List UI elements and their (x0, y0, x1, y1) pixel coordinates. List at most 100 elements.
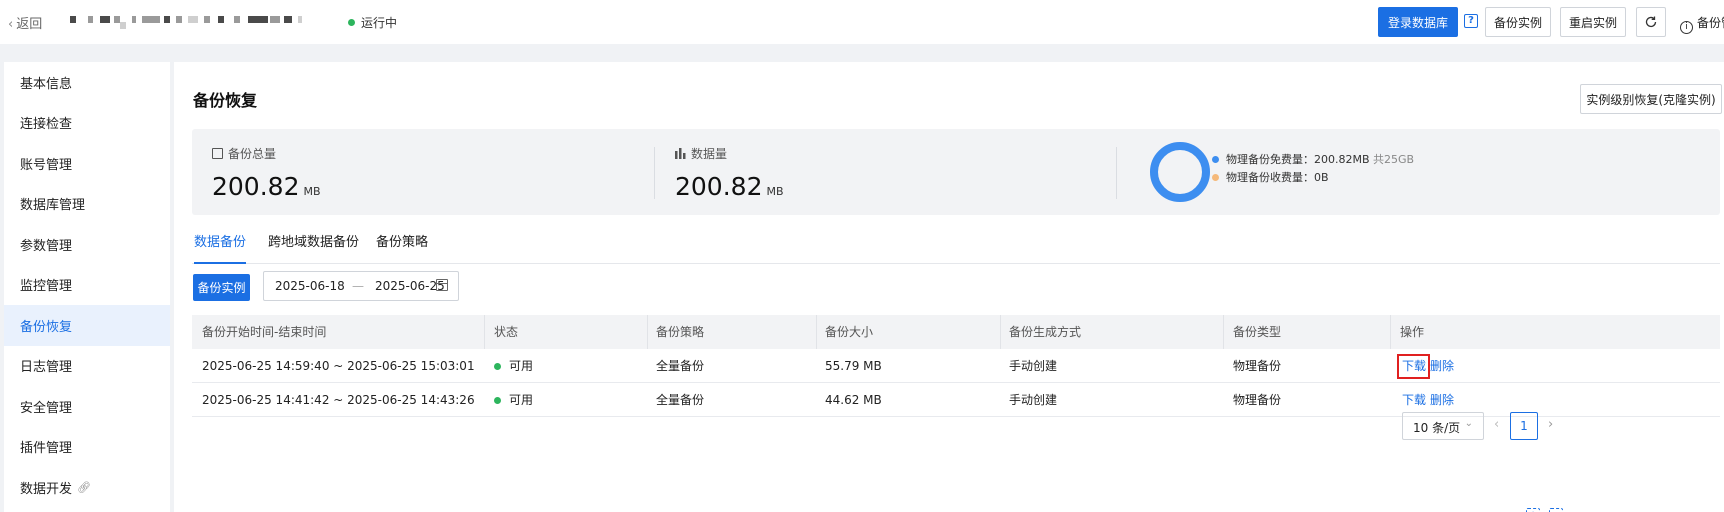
sidebar-item-plugins[interactable]: 插件管理 (4, 427, 170, 468)
stat-data-label: 数据量 (691, 147, 728, 161)
date-range-picker[interactable]: 2025-06-18 — 2025-06-25 (263, 271, 459, 301)
page-number-button[interactable]: 1 (1510, 412, 1538, 440)
instance-restore-button[interactable]: 实例级别恢复(克隆实例) (1580, 84, 1722, 114)
sidebar-item-label: 备份恢复 (20, 319, 73, 335)
cell-policy: 全量备份 (656, 359, 705, 373)
screenshot-icon[interactable]: + (1526, 508, 1540, 512)
sidebar-item-label: 基本信息 (20, 76, 73, 92)
chevron-down-icon: ⌄ (1464, 418, 1473, 429)
back-link[interactable]: ‹ 返回 (8, 13, 42, 32)
main-panel: 备份恢复 实例级别恢复(克隆实例) 备份总量 200.82 MB 数据量 200.… (174, 62, 1724, 512)
stat-total-value: 200.82 (212, 172, 300, 201)
status-dot-icon (494, 363, 501, 370)
legend-dot-icon (1212, 156, 1219, 163)
table-header-row: 备份开始时间-结束时间 状态 备份策略 备份大小 备份生成方式 备份类型 操作 (192, 315, 1720, 349)
sidebar-item-label: 监控管理 (20, 279, 73, 295)
legend-free: 物理备份免费量：200.82MB 共25GB (1212, 151, 1414, 169)
ocr-icon[interactable]: oc (1549, 508, 1563, 512)
cell-size: 44.62 MB (825, 393, 882, 407)
cell-method: 手动创建 (1009, 359, 1058, 373)
status-dot-icon (494, 397, 501, 404)
refresh-button[interactable] (1636, 7, 1666, 37)
backup-instance-button[interactable]: 备份实例 (1485, 7, 1551, 37)
cell-status: 可用 (494, 383, 533, 417)
status-text: 可用 (509, 359, 534, 373)
delete-link[interactable]: 删除 (1430, 359, 1454, 373)
status-text: 可用 (509, 393, 534, 407)
backup-manage-link[interactable]: i 备份管 (1680, 14, 1724, 34)
tab-data-backup[interactable]: 数据备份 (194, 222, 247, 264)
backup-stats-card: 备份总量 200.82 MB 数据量 200.82 MB 物理备份免费量：200.8… (192, 129, 1720, 215)
backup-tabs: 数据备份 跨地域数据备份 备份策略 (192, 222, 1720, 264)
usage-legend: 物理备份免费量：200.82MB 共25GB 物理备份收费量：0B (1212, 151, 1414, 187)
sidebar-item-basic-info[interactable]: 基本信息 (4, 62, 170, 103)
sidebar-item-logs[interactable]: 日志管理 (4, 346, 170, 387)
create-backup-button[interactable]: 备份实例 (193, 274, 250, 301)
cell-policy: 全量备份 (656, 393, 705, 407)
login-db-button[interactable]: 登录数据库 (1378, 7, 1458, 37)
sidebar-item-security[interactable]: 安全管理 (4, 386, 170, 427)
page-title: 备份恢复 (193, 91, 258, 110)
cell-status: 可用 (494, 349, 533, 383)
date-separator: — (352, 279, 364, 293)
calendar-icon (436, 279, 448, 291)
table-row: 2025-06-25 14:59:40 ~ 2025-06-25 15:03:0… (192, 349, 1720, 383)
sidebar-item-label: 插件管理 (20, 441, 73, 457)
sidebar-item-monitoring[interactable]: 监控管理 (4, 265, 170, 306)
instance-status: 运行中 (348, 14, 397, 31)
backup-manage-label: 备份管 (1697, 16, 1724, 30)
status-label: 运行中 (361, 16, 398, 30)
instance-name-redacted (70, 16, 332, 29)
cell-time: 2025-06-25 14:41:42 ~ 2025-06-25 14:43:2… (202, 393, 475, 407)
header-method: 备份生成方式 (1009, 325, 1082, 339)
back-label: 返回 (16, 17, 43, 32)
sidebar-item-accounts[interactable]: 账号管理 (4, 143, 170, 184)
header-actions: 操作 (1400, 325, 1425, 339)
sidebar-item-label: 日志管理 (20, 360, 73, 376)
legend-paid-label: 物理备份收费量：0B (1226, 171, 1329, 184)
header-time: 备份开始时间-结束时间 (202, 325, 327, 339)
date-start: 2025-06-18 (275, 279, 345, 293)
sidebar-item-databases[interactable]: 数据库管理 (4, 184, 170, 225)
sidebar-item-label: 参数管理 (20, 238, 73, 254)
bar-chart-icon (675, 148, 686, 159)
download-link[interactable]: 下载 (1402, 393, 1426, 407)
sidebar-item-data-dev[interactable]: 数据开发 🔗︎ (4, 467, 170, 508)
sidebar-item-label: 安全管理 (20, 400, 73, 416)
next-page-button[interactable]: › (1548, 417, 1553, 432)
header-size: 备份大小 (825, 325, 874, 339)
tab-cross-region-backup[interactable]: 跨地域数据备份 (268, 222, 359, 264)
sidebar-nav: 基本信息 连接检查 账号管理 数据库管理 参数管理 监控管理 备份恢复 日志管理… (4, 62, 170, 512)
cell-time: 2025-06-25 14:59:40 ~ 2025-06-25 15:03:0… (202, 359, 475, 373)
table-row: 2025-06-25 14:41:42 ~ 2025-06-25 14:43:2… (192, 383, 1720, 417)
sidebar-item-parameters[interactable]: 参数管理 (4, 224, 170, 265)
external-link-icon: 🔗︎ (77, 480, 91, 494)
usage-donut-chart (1150, 142, 1210, 202)
stat-data-unit: MB (766, 185, 784, 198)
stat-total-label: 备份总量 (228, 147, 277, 161)
sidebar-item-label: 数据库管理 (20, 198, 86, 214)
info-icon: i (1680, 21, 1693, 34)
stat-data: 数据量 200.82 MB (675, 145, 784, 201)
stat-total: 备份总量 200.82 MB (212, 145, 321, 201)
sidebar-item-label: 连接检查 (20, 117, 73, 133)
restart-instance-button[interactable]: 重启实例 (1560, 7, 1626, 37)
cell-method: 手动创建 (1009, 393, 1058, 407)
sidebar-item-connection-check[interactable]: 连接检查 (4, 103, 170, 144)
delete-link[interactable]: 删除 (1430, 393, 1454, 407)
legend-free-extra: 共25GB (1373, 153, 1415, 166)
sidebar-item-label: 数据开发 (20, 481, 73, 497)
header-status: 状态 (494, 325, 519, 339)
help-icon[interactable]: ? (1464, 14, 1478, 28)
backup-table: 备份开始时间-结束时间 状态 备份策略 备份大小 备份生成方式 备份类型 操作 … (192, 315, 1720, 417)
status-dot-icon (348, 19, 355, 26)
page-size-select[interactable]: 10 条/页 ⌄ (1402, 412, 1484, 440)
tab-backup-policy[interactable]: 备份策略 (376, 222, 428, 264)
prev-page-button[interactable]: ‹ (1494, 417, 1499, 432)
date-end: 2025-06-25 (375, 279, 445, 293)
copy-icon (212, 148, 223, 159)
sidebar-item-backup-restore[interactable]: 备份恢复 (4, 305, 170, 346)
highlight-box (1397, 354, 1430, 379)
refresh-icon (1645, 16, 1657, 28)
chevron-left-icon: ‹ (8, 17, 14, 32)
